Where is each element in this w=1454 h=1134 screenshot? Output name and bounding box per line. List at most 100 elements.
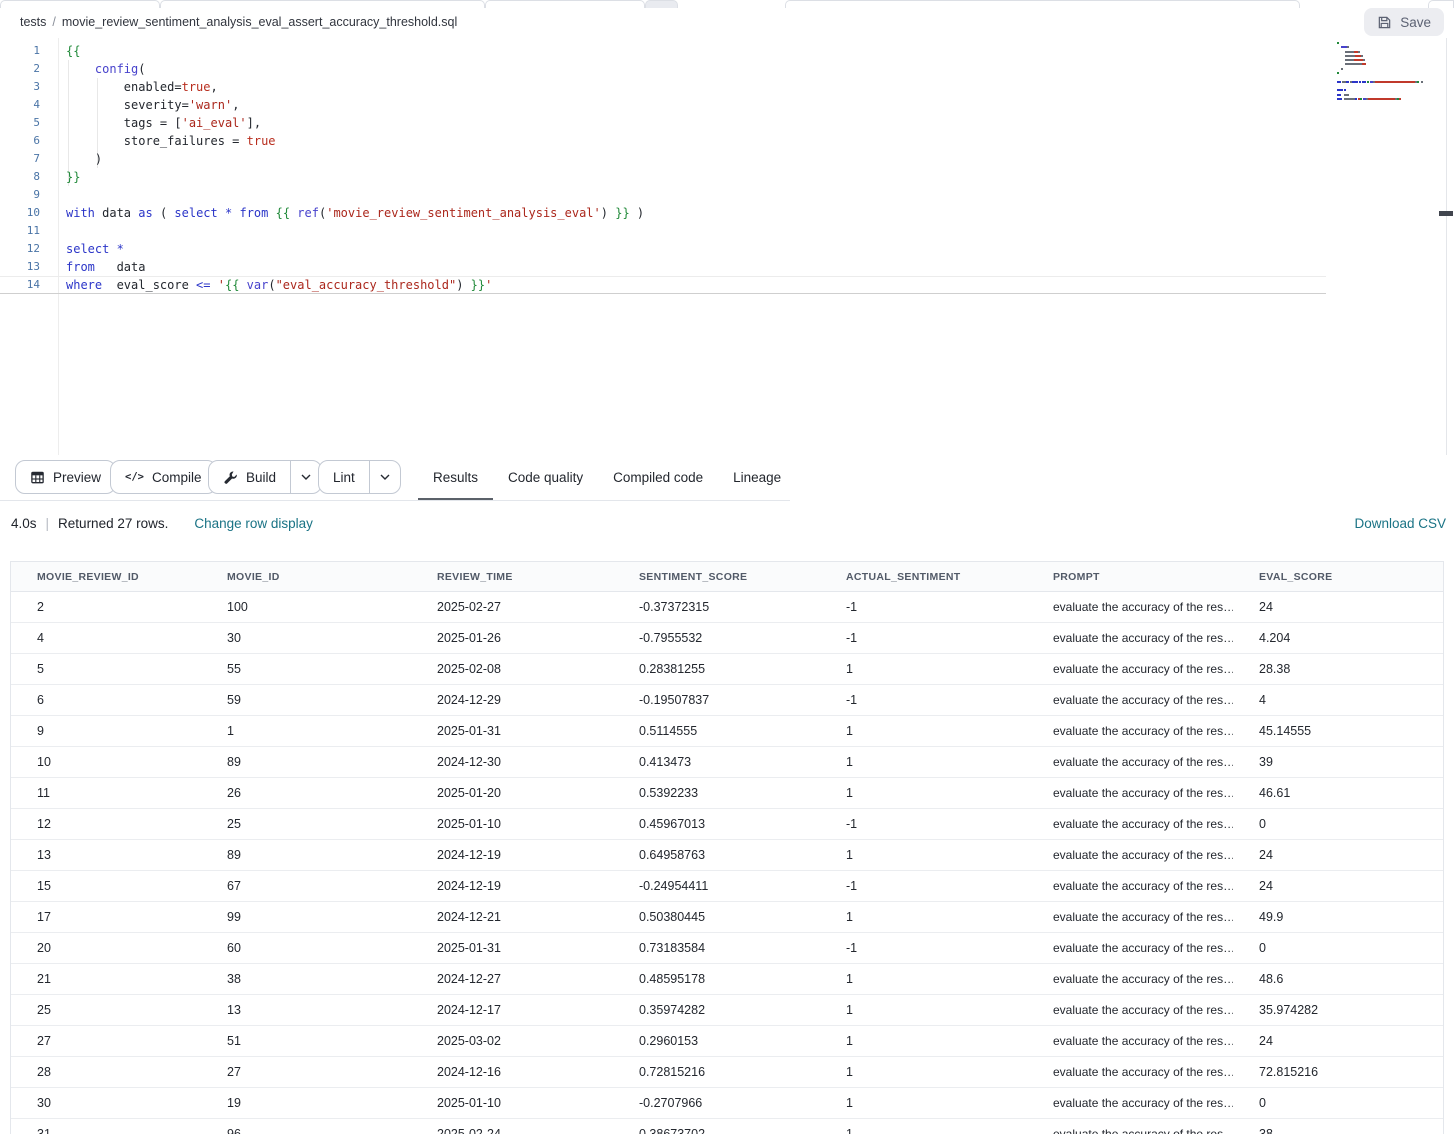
scrollbar-handle[interactable]: [1439, 211, 1453, 216]
minimap-line: [1337, 98, 1443, 101]
code-line-12[interactable]: 12select *: [0, 240, 1446, 258]
cell-movie-id: 1: [201, 724, 411, 738]
code-line-1[interactable]: 1{{: [0, 42, 1446, 60]
cell-review-time: 2024-12-30: [411, 755, 613, 769]
code-line-13[interactable]: 13from data: [0, 258, 1446, 276]
tab-results[interactable]: Results: [418, 455, 493, 501]
table-row: 13892024-12-190.649587631evaluate the ac…: [11, 840, 1443, 871]
code-line-8[interactable]: 8}}: [0, 168, 1446, 186]
cell-sentiment-score: -0.19507837: [613, 693, 820, 707]
tab-compiled-code[interactable]: Compiled code: [598, 455, 718, 501]
cell-prompt[interactable]: evaluate the accuracy of the res…: [1027, 1127, 1233, 1134]
cell-sentiment-score: 0.64958763: [613, 848, 820, 862]
cell-eval-score: 46.61: [1233, 786, 1443, 800]
lint-label: Lint: [333, 470, 355, 485]
cell-eval-score: 0: [1233, 941, 1443, 955]
code-line-14[interactable]: 14where eval_score <= '{{ var("eval_accu…: [0, 276, 1326, 294]
cell-movie-review-id: 11: [11, 786, 201, 800]
code-line-9[interactable]: 9: [0, 186, 1446, 204]
table-row: 6592024-12-29-0.19507837-1evaluate the a…: [11, 685, 1443, 716]
cell-prompt[interactable]: evaluate the accuracy of the res…: [1027, 1065, 1233, 1079]
cell-prompt[interactable]: evaluate the accuracy of the res…: [1027, 786, 1233, 800]
code-line-5[interactable]: 5 tags = ['ai_eval'],: [0, 114, 1446, 132]
build-dropdown-button[interactable]: [291, 461, 321, 493]
code-editor[interactable]: 1{{2 config(3 enabled=true,4 severity='w…: [0, 38, 1447, 455]
cell-actual-sentiment: 1: [820, 755, 1027, 769]
cell-prompt[interactable]: evaluate the accuracy of the res…: [1027, 848, 1233, 862]
prompt-text: evaluate the accuracy of the res…: [1053, 1096, 1233, 1110]
cell-actual-sentiment: 1: [820, 724, 1027, 738]
top-tab-fragment[interactable]: [785, 0, 1300, 8]
cell-prompt[interactable]: evaluate the accuracy of the res…: [1027, 662, 1233, 676]
code-line-11[interactable]: 11: [0, 222, 1446, 240]
table-row: 31962025-02-240.386737021evaluate the ac…: [11, 1119, 1443, 1134]
prompt-text: evaluate the accuracy of the res…: [1053, 1003, 1233, 1017]
compile-button[interactable]: </> Compile: [110, 460, 217, 494]
cell-prompt[interactable]: evaluate the accuracy of the res…: [1027, 910, 1233, 924]
cell-prompt[interactable]: evaluate the accuracy of the res…: [1027, 817, 1233, 831]
table-body: 21002025-02-27-0.37372315-1evaluate the …: [11, 592, 1443, 1134]
cell-prompt[interactable]: evaluate the accuracy of the res…: [1027, 755, 1233, 769]
preview-button[interactable]: Preview: [15, 460, 116, 494]
breadcrumb-folder[interactable]: tests: [20, 15, 46, 29]
code-line-4[interactable]: 4 severity='warn',: [0, 96, 1446, 114]
code-text: with data as ( select * from {{ ref('mov…: [66, 206, 644, 220]
build-icon: [223, 470, 238, 485]
lint-dropdown-button[interactable]: [370, 461, 400, 493]
top-tab-fragment[interactable]: [160, 0, 485, 8]
cell-prompt[interactable]: evaluate the accuracy of the res…: [1027, 1003, 1233, 1017]
top-tab-fragment[interactable]: [0, 0, 160, 8]
code-line-6[interactable]: 6 store_failures = true: [0, 132, 1446, 150]
cell-prompt[interactable]: evaluate the accuracy of the res…: [1027, 1034, 1233, 1048]
results-tabs: Results Code quality Compiled code Linea…: [418, 455, 796, 501]
download-csv-link[interactable]: Download CSV: [1354, 516, 1446, 531]
prompt-text: evaluate the accuracy of the res…: [1053, 662, 1233, 676]
cell-movie-id: 100: [201, 600, 411, 614]
lint-button-group: Lint: [318, 460, 401, 494]
cell-movie-id: 67: [201, 879, 411, 893]
code-line-2[interactable]: 2 config(: [0, 60, 1446, 78]
cell-prompt[interactable]: evaluate the accuracy of the res…: [1027, 693, 1233, 707]
tab-lineage[interactable]: Lineage: [718, 455, 796, 501]
cell-prompt[interactable]: evaluate the accuracy of the res…: [1027, 724, 1233, 738]
prompt-text: evaluate the accuracy of the res…: [1053, 724, 1233, 738]
cell-prompt[interactable]: evaluate the accuracy of the res…: [1027, 1096, 1233, 1110]
top-tab-fragment[interactable]: [485, 0, 645, 8]
cell-sentiment-score: -0.24954411: [613, 879, 820, 893]
compile-label: Compile: [152, 470, 202, 485]
cell-prompt[interactable]: evaluate the accuracy of the res…: [1027, 600, 1233, 614]
top-tab-fragment[interactable]: [1428, 0, 1454, 8]
cell-prompt[interactable]: evaluate the accuracy of the res…: [1027, 879, 1233, 893]
tab-code-quality[interactable]: Code quality: [493, 455, 598, 501]
code-text: config(: [66, 62, 146, 76]
cell-eval-score: 72.815216: [1233, 1065, 1443, 1079]
cell-review-time: 2025-03-02: [411, 1034, 613, 1048]
code-line-10[interactable]: 10with data as ( select * from {{ ref('m…: [0, 204, 1446, 222]
cell-prompt[interactable]: evaluate the accuracy of the res…: [1027, 631, 1233, 645]
save-button[interactable]: Save: [1364, 8, 1444, 36]
cell-eval-score: 49.9: [1233, 910, 1443, 924]
cell-prompt[interactable]: evaluate the accuracy of the res…: [1027, 941, 1233, 955]
table-row: 912025-01-310.51145551evaluate the accur…: [11, 716, 1443, 747]
results-table: MOVIE_REVIEW_ID MOVIE_ID REVIEW_TIME SEN…: [10, 561, 1444, 1134]
cell-prompt[interactable]: evaluate the accuracy of the res…: [1027, 972, 1233, 986]
breadcrumb-filename[interactable]: movie_review_sentiment_analysis_eval_ass…: [62, 15, 457, 29]
cell-movie-id: 89: [201, 755, 411, 769]
line-number: 4: [0, 96, 40, 114]
prompt-text: evaluate the accuracy of the res…: [1053, 848, 1233, 862]
code-line-3[interactable]: 3 enabled=true,: [0, 78, 1446, 96]
cell-eval-score: 0: [1233, 1096, 1443, 1110]
cell-eval-score: 0: [1233, 817, 1443, 831]
minimap[interactable]: [1337, 42, 1443, 102]
lint-button[interactable]: Lint: [319, 461, 370, 493]
cell-actual-sentiment: -1: [820, 631, 1027, 645]
build-button[interactable]: Build: [209, 461, 291, 493]
cell-review-time: 2024-12-17: [411, 1003, 613, 1017]
code-line-7[interactable]: 7 ): [0, 150, 1446, 168]
change-row-display-link[interactable]: Change row display: [194, 516, 313, 531]
cell-eval-score: 4: [1233, 693, 1443, 707]
cell-sentiment-score: 0.5392233: [613, 786, 820, 800]
top-tab-fragment-active[interactable]: [645, 0, 678, 8]
cell-sentiment-score: 0.45967013: [613, 817, 820, 831]
cell-eval-score: 45.14555: [1233, 724, 1443, 738]
